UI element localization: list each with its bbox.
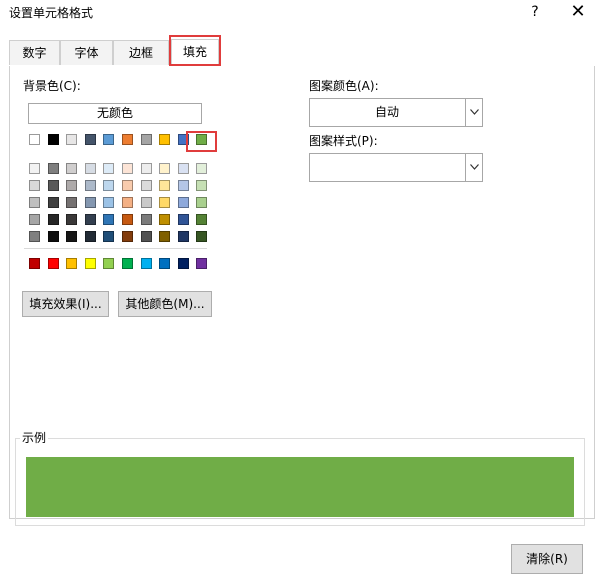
theme-shade-swatch[interactable]	[48, 197, 59, 208]
theme-shade-swatch[interactable]	[29, 214, 40, 225]
theme-shade-swatch[interactable]	[159, 180, 170, 191]
theme-shade-swatch[interactable]	[141, 163, 152, 174]
theme-shade-swatch[interactable]	[103, 214, 114, 225]
clear-button[interactable]: 清除(R)	[511, 544, 583, 574]
theme-color-swatch[interactable]	[103, 134, 114, 145]
tab-label: 填充	[182, 45, 207, 59]
theme-shade-swatch[interactable]	[48, 180, 59, 191]
theme-shade-swatch[interactable]	[103, 163, 114, 174]
theme-shade-swatch[interactable]	[66, 197, 77, 208]
theme-shade-swatch[interactable]	[48, 163, 59, 174]
pattern-color-value: 自动	[374, 105, 399, 119]
theme-shade-swatch[interactable]	[196, 180, 207, 191]
pattern-style-label: 图案样式(P):	[309, 134, 378, 148]
theme-shade-swatch[interactable]	[141, 231, 152, 242]
theme-shade-swatch[interactable]	[159, 197, 170, 208]
theme-color-swatch[interactable]	[141, 134, 152, 145]
theme-shade-swatch[interactable]	[85, 163, 96, 174]
dialog-title: 设置单元格格式	[9, 6, 94, 20]
standard-color-swatch[interactable]	[66, 258, 77, 269]
theme-shade-swatch[interactable]	[103, 180, 114, 191]
standard-color-swatch[interactable]	[178, 258, 189, 269]
tab-number[interactable]: 数字	[9, 40, 60, 65]
theme-shade-swatch[interactable]	[29, 163, 40, 174]
theme-shade-swatch[interactable]	[85, 180, 96, 191]
theme-shade-swatch[interactable]	[85, 231, 96, 242]
standard-color-swatch[interactable]	[159, 258, 170, 269]
close-icon: ✕	[570, 1, 586, 22]
tab-font[interactable]: 字体	[60, 40, 113, 65]
theme-shade-swatch[interactable]	[196, 197, 207, 208]
theme-shade-swatch[interactable]	[141, 214, 152, 225]
theme-shade-swatch[interactable]	[103, 231, 114, 242]
theme-color-swatch[interactable]	[159, 134, 170, 145]
theme-shade-swatch[interactable]	[29, 197, 40, 208]
theme-shade-swatch[interactable]	[159, 214, 170, 225]
theme-shade-swatch[interactable]	[178, 163, 189, 174]
theme-shade-swatch[interactable]	[29, 231, 40, 242]
theme-color-swatch[interactable]	[85, 134, 96, 145]
theme-shade-swatch[interactable]	[85, 214, 96, 225]
sample-preview	[26, 457, 574, 517]
theme-shade-swatch[interactable]	[122, 214, 133, 225]
theme-shade-swatch[interactable]	[159, 163, 170, 174]
theme-shade-swatch[interactable]	[48, 231, 59, 242]
theme-color-swatch[interactable]	[196, 134, 207, 145]
theme-color-swatch[interactable]	[48, 134, 59, 145]
theme-shade-swatch[interactable]	[85, 197, 96, 208]
theme-shade-swatch[interactable]	[196, 214, 207, 225]
standard-color-swatch[interactable]	[103, 258, 114, 269]
theme-shade-swatch[interactable]	[122, 180, 133, 191]
theme-shade-swatch[interactable]	[178, 197, 189, 208]
theme-shade-swatch[interactable]	[122, 231, 133, 242]
background-color-label: 背景色(C):	[23, 79, 81, 93]
standard-color-swatch[interactable]	[29, 258, 40, 269]
theme-color-swatch[interactable]	[29, 134, 40, 145]
palette-divider	[24, 248, 207, 249]
theme-shade-swatch[interactable]	[196, 231, 207, 242]
theme-color-swatch[interactable]	[178, 134, 189, 145]
theme-shade-swatch[interactable]	[103, 197, 114, 208]
theme-shade-swatch[interactable]	[122, 197, 133, 208]
theme-shade-swatch[interactable]	[178, 231, 189, 242]
help-button[interactable]: ?	[523, 1, 547, 23]
standard-color-swatch[interactable]	[48, 258, 59, 269]
chevron-down-icon	[465, 154, 482, 181]
theme-shade-swatch[interactable]	[141, 180, 152, 191]
standard-color-swatch[interactable]	[196, 258, 207, 269]
tab-fill[interactable]: 填充	[171, 39, 219, 66]
chevron-down-icon	[465, 99, 482, 126]
theme-shade-swatch[interactable]	[66, 163, 77, 174]
pattern-color-select[interactable]: 自动	[309, 98, 483, 127]
no-color-button[interactable]: 无颜色	[28, 103, 202, 124]
theme-shade-swatch[interactable]	[66, 180, 77, 191]
pattern-color-label: 图案颜色(A):	[309, 79, 379, 93]
tab-label: 边框	[128, 46, 153, 60]
theme-shade-swatch[interactable]	[159, 231, 170, 242]
tab-label: 字体	[74, 46, 99, 60]
standard-color-swatch[interactable]	[141, 258, 152, 269]
theme-shade-swatch[interactable]	[196, 163, 207, 174]
standard-color-swatch[interactable]	[122, 258, 133, 269]
theme-shade-swatch[interactable]	[29, 180, 40, 191]
fill-effects-button[interactable]: 填充效果(I)...	[22, 291, 109, 317]
theme-shade-swatch[interactable]	[66, 214, 77, 225]
close-button[interactable]: ✕	[566, 1, 590, 23]
tab-label: 数字	[22, 46, 47, 60]
more-colors-button[interactable]: 其他颜色(M)...	[118, 291, 212, 317]
sample-label: 示例	[20, 431, 49, 445]
theme-color-swatch[interactable]	[66, 134, 77, 145]
standard-color-swatch[interactable]	[85, 258, 96, 269]
theme-shade-swatch[interactable]	[178, 180, 189, 191]
tab-border[interactable]: 边框	[113, 40, 169, 65]
theme-color-swatch[interactable]	[122, 134, 133, 145]
theme-shade-swatch[interactable]	[178, 214, 189, 225]
theme-shade-swatch[interactable]	[66, 231, 77, 242]
pattern-style-select[interactable]	[309, 153, 483, 182]
theme-shade-swatch[interactable]	[122, 163, 133, 174]
theme-shade-swatch[interactable]	[48, 214, 59, 225]
theme-shade-swatch[interactable]	[141, 197, 152, 208]
